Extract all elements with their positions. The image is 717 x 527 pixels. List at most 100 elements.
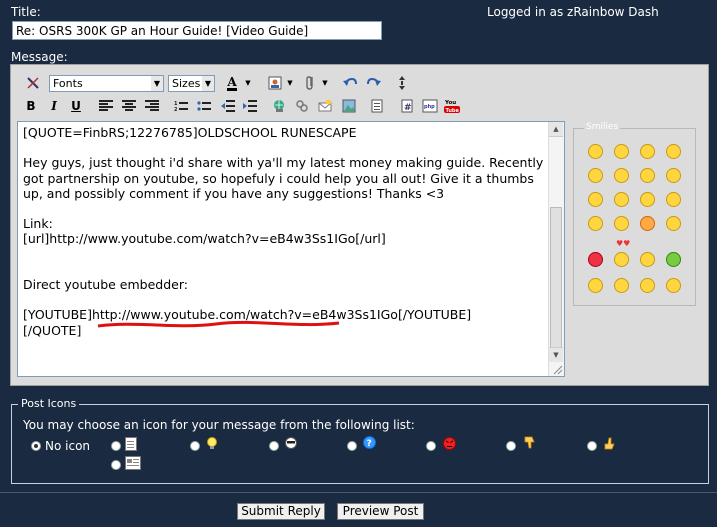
shocked-icon[interactable] (640, 216, 655, 231)
news-icon (125, 456, 141, 473)
smilies-grid: ♥♥ (581, 138, 689, 303)
text-color-button[interactable]: A (223, 74, 241, 92)
frown-icon[interactable] (588, 168, 603, 183)
sleepy-icon[interactable] (640, 252, 655, 267)
sick-icon[interactable] (666, 252, 681, 267)
text-color-dropdown-icon[interactable]: ▼ (243, 74, 253, 92)
attachment-dropdown-icon[interactable]: ▼ (320, 74, 330, 92)
nerd-icon[interactable] (588, 216, 603, 231)
text-color-label: A (227, 74, 237, 91)
divider (0, 492, 717, 493)
message-textarea[interactable]: [QUOTE=FinbRS;12276785]OLDSCHOOL RUNESCA… (17, 121, 565, 377)
indent-icon[interactable] (241, 97, 259, 115)
resize-editor-icon[interactable] (393, 74, 411, 92)
align-right-icon[interactable] (143, 97, 161, 115)
wink-icon[interactable] (666, 144, 681, 159)
title-input[interactable]: Re: OSRS 300K GP an Hour Guide! [Video G… (12, 21, 382, 40)
shades-icon[interactable] (666, 278, 681, 293)
laugh-icon[interactable] (588, 278, 603, 293)
mad-icon[interactable] (640, 192, 655, 207)
hearts-icon: ♥♥ (616, 239, 631, 248)
message-text: [QUOTE=FinbRS;12276785]OLDSCHOOL RUNESCA… (23, 125, 544, 338)
idea-icon[interactable] (614, 278, 629, 293)
insert-email-icon[interactable] (316, 97, 334, 115)
title-label: Title: (11, 5, 41, 19)
smirk-icon[interactable] (640, 278, 655, 293)
question-icon: ? (363, 436, 376, 452)
size-select[interactable]: Sizes ▼ (168, 75, 215, 92)
code-icon[interactable]: # (398, 97, 416, 115)
angry-icon[interactable] (588, 252, 603, 267)
preview-post-button[interactable]: Preview Post (337, 503, 424, 520)
surprised-icon[interactable] (666, 216, 681, 231)
scroll-up-icon[interactable]: ▲ (549, 122, 563, 137)
scroll-down-icon[interactable]: ▼ (549, 347, 563, 362)
radio-cool-icon[interactable] (269, 441, 279, 451)
redo-icon[interactable] (365, 74, 383, 92)
smilies-label: Smilies (584, 122, 621, 132)
redface-icon[interactable] (614, 192, 629, 207)
eek-icon[interactable] (614, 144, 629, 159)
radio-angry-icon[interactable] (426, 441, 436, 451)
thumbs-down-icon (523, 436, 536, 453)
svg-text:Tube: Tube (446, 108, 460, 114)
svg-text:#: # (404, 103, 412, 113)
size-select-value: Sizes (172, 77, 201, 90)
angry-face-icon (443, 437, 456, 453)
radio-thumbs-down-icon[interactable] (506, 441, 516, 451)
submit-reply-button[interactable]: Submit Reply (237, 503, 325, 520)
undo-icon[interactable] (341, 74, 359, 92)
svg-text:?: ? (367, 439, 372, 449)
message-scrollbar[interactable]: ▲ ▼ (548, 122, 564, 376)
cool-icon[interactable] (666, 168, 681, 183)
attachment-icon[interactable] (302, 74, 320, 92)
align-center-icon[interactable] (120, 97, 138, 115)
insert-link-icon[interactable] (270, 97, 288, 115)
radio-news-icon[interactable] (111, 460, 121, 470)
italic-button[interactable]: I (45, 97, 63, 115)
bold-button[interactable]: B (22, 97, 40, 115)
svg-text:php: php (424, 104, 435, 110)
radio-thumbs-up-icon[interactable] (587, 441, 597, 451)
no-icon-label: No icon (45, 439, 91, 453)
resize-grip-icon[interactable] (551, 363, 563, 375)
svg-text:You: You (444, 100, 456, 106)
php-code-icon[interactable]: php (421, 97, 439, 115)
remove-format-icon[interactable] (24, 74, 42, 92)
align-left-icon[interactable] (97, 97, 115, 115)
love-icon[interactable] (614, 252, 629, 267)
post-icons-instruction: You may choose an icon for your message … (23, 418, 415, 432)
message-label: Message: (11, 50, 68, 64)
radio-lightbulb-icon[interactable] (190, 441, 200, 451)
dizzy-icon[interactable] (614, 216, 629, 231)
remove-link-icon[interactable] (293, 97, 311, 115)
frown2-icon[interactable] (666, 192, 681, 207)
radio-question-icon[interactable] (347, 441, 357, 451)
chevron-down-icon: ▼ (202, 76, 214, 91)
tongue-icon[interactable] (640, 168, 655, 183)
unordered-list-icon[interactable] (195, 97, 213, 115)
smile-icon[interactable] (588, 144, 603, 159)
rolleyes-icon[interactable] (588, 192, 603, 207)
thumbs-up-icon (603, 436, 617, 453)
lightbulb-icon (206, 437, 218, 454)
document-icon (125, 437, 137, 454)
logged-in-status: Logged in as zRainbow Dash (487, 5, 659, 19)
outdent-icon[interactable] (219, 97, 237, 115)
radio-no-icon[interactable] (31, 441, 41, 451)
cool-smiley-icon (285, 437, 297, 452)
image-dropdown-icon[interactable]: ▼ (285, 74, 295, 92)
chevron-down-icon: ▼ (151, 76, 163, 91)
youtube-icon[interactable]: You Tube (443, 97, 461, 115)
insert-image-icon[interactable] (266, 74, 284, 92)
ordered-list-icon[interactable]: 12 (172, 97, 190, 115)
underline-button[interactable]: U (67, 97, 85, 115)
scroll-thumb[interactable] (550, 207, 562, 357)
radio-document-icon[interactable] (111, 441, 121, 451)
red-scribble (97, 320, 340, 328)
confused-icon[interactable] (614, 168, 629, 183)
insert-picture-icon[interactable] (340, 97, 358, 115)
font-select[interactable]: Fonts ▼ (49, 75, 164, 92)
biggrin-icon[interactable] (640, 144, 655, 159)
quote-icon[interactable] (368, 97, 386, 115)
